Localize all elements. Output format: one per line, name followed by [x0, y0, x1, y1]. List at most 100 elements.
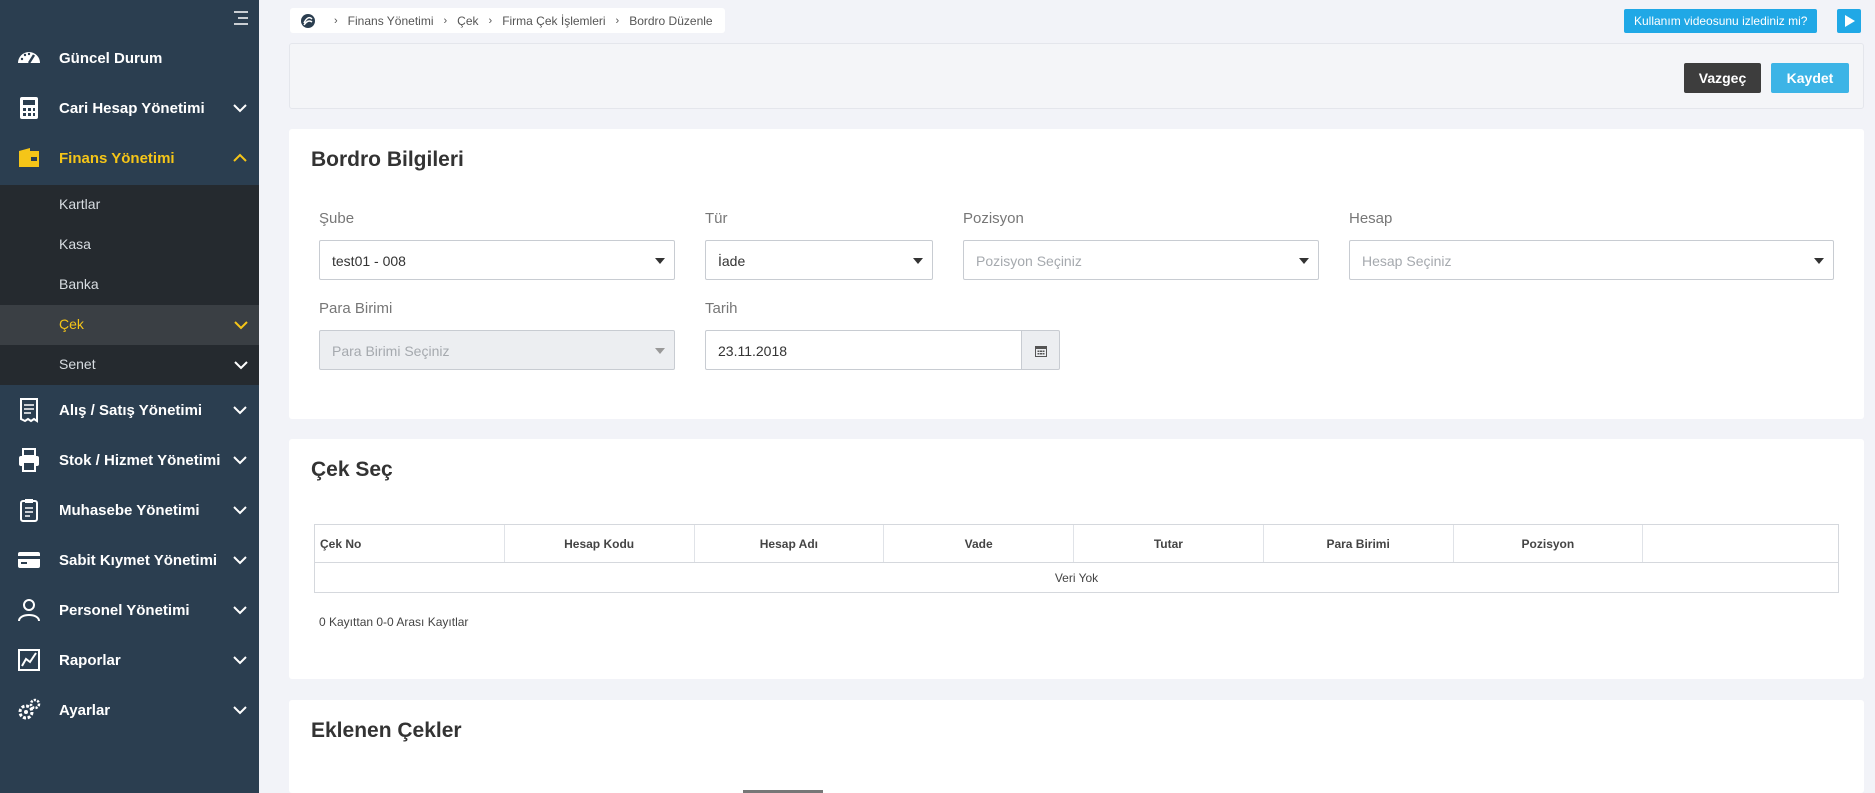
breadcrumb-item[interactable]: Finans Yönetimi [348, 14, 434, 28]
sidebar-subitem-banka[interactable]: Banka [0, 265, 259, 305]
sidebar-subitem-kasa[interactable]: Kasa [0, 225, 259, 265]
sidebar-item-label: Güncel Durum [59, 49, 163, 67]
column-header-hesap-adi[interactable]: Hesap Adı [695, 525, 885, 562]
caret-down-icon [1299, 258, 1309, 264]
breadcrumb-item[interactable]: Firma Çek İşlemleri [502, 14, 605, 28]
cek-sec-title: Çek Seç [311, 458, 393, 481]
calendar-button[interactable] [1022, 330, 1060, 370]
breadcrumb-separator-icon: › [334, 14, 338, 27]
sidebar-subitem-label: Banka [59, 276, 99, 292]
eklenen-cekler-title: Eklenen Çekler [311, 719, 462, 742]
tur-select[interactable]: İade [705, 240, 933, 280]
para-birimi-placeholder: Para Birimi Seçiniz [332, 343, 450, 359]
column-header-hesap-kodu[interactable]: Hesap Kodu [505, 525, 695, 562]
column-header-pozisyon[interactable]: Pozisyon [1454, 525, 1644, 562]
home-logo-icon[interactable] [300, 13, 316, 29]
chevron-down-icon [233, 456, 247, 465]
sidebar-item-raporlar[interactable]: Raporlar [0, 635, 259, 685]
chevron-up-icon [233, 153, 247, 162]
bordro-title: Bordro Bilgileri [311, 148, 464, 171]
chevron-down-icon [233, 556, 247, 565]
sidebar-item-label: Personel Yönetimi [59, 601, 190, 619]
column-header-cek-no[interactable]: Çek No [315, 525, 505, 562]
breadcrumb-item[interactable]: Çek [457, 14, 478, 28]
tur-label: Tür [705, 210, 728, 227]
action-bar [289, 43, 1864, 109]
save-button[interactable]: Kaydet [1771, 63, 1849, 93]
caret-down-icon [655, 258, 665, 264]
caret-down-icon [913, 258, 923, 264]
tur-value: İade [718, 253, 746, 269]
column-header-vade[interactable]: Vade [884, 525, 1074, 562]
eklenen-cekler-card: Eklenen Çekler [289, 700, 1864, 793]
sidebar-item-label: Alış / Satış Yönetimi [59, 401, 203, 419]
sidebar-item-finans[interactable]: Finans Yönetimi [0, 133, 259, 183]
column-header-tutar[interactable]: Tutar [1074, 525, 1264, 562]
sidebar-submenu: Kartlar Kasa Banka Çek Senet [0, 185, 259, 385]
table-header: Çek No Hesap Kodu Hesap Adı Vade Tutar P… [315, 525, 1838, 563]
sidebar-item-label: Ayarlar [59, 701, 111, 719]
sidebar-subitem-senet[interactable]: Senet [0, 345, 259, 385]
credit-card-icon [18, 552, 40, 568]
calendar-icon [1035, 346, 1047, 357]
sube-label: Şube [319, 210, 355, 227]
receipt-icon [20, 398, 38, 423]
column-header-para-birimi[interactable]: Para Birimi [1264, 525, 1454, 562]
sidebar-item-label: Sabit Kıymet Yönetimi [59, 551, 218, 569]
sube-select[interactable]: test01 - 008 [319, 240, 675, 280]
clipboard-icon [20, 499, 38, 522]
table-empty-row: Veri Yok [1054, 570, 1099, 585]
sidebar-item-cari-hesap[interactable]: Cari Hesap Yönetimi [0, 83, 259, 133]
chart-icon [18, 649, 40, 671]
chevron-down-icon [233, 606, 247, 615]
sidebar-item-label: Stok / Hizmet Yönetimi [59, 451, 221, 469]
breadcrumb-separator-icon: › [443, 14, 448, 27]
wallet-icon [19, 148, 39, 167]
breadcrumb-separator-icon: › [488, 14, 493, 27]
calculator-icon [20, 97, 38, 119]
column-header-actions [1643, 525, 1838, 562]
play-icon[interactable] [1837, 9, 1861, 33]
chevron-down-icon [233, 104, 247, 113]
hesap-select[interactable]: Hesap Seçiniz [1349, 240, 1834, 280]
breadcrumb-separator-icon: › [615, 14, 620, 27]
sidebar-subitem-label: Senet [59, 356, 96, 372]
sidebar-item-ayarlar[interactable]: Ayarlar [0, 685, 259, 735]
gears-icon [18, 698, 41, 720]
pozisyon-label: Pozisyon [963, 210, 1024, 227]
sidebar-subitem-label: Kartlar [59, 196, 101, 212]
tarih-label: Tarih [705, 300, 738, 317]
sube-value: test01 - 008 [332, 253, 406, 269]
sidebar-item-label: Finans Yönetimi [59, 149, 175, 167]
menu-toggle-icon[interactable] [230, 8, 250, 28]
chevron-down-icon [233, 406, 247, 415]
sidebar-subitem-kartlar[interactable]: Kartlar [0, 185, 259, 225]
breadcrumb-item-current: Bordro Düzenle [629, 13, 713, 28]
hesap-placeholder: Hesap Seçiniz [1362, 253, 1452, 269]
sidebar-item-muhasebe[interactable]: Muhasebe Yönetimi [0, 485, 259, 535]
cancel-button[interactable]: Vazgeç [1684, 63, 1761, 93]
sidebar-item-alis-satis[interactable]: Alış / Satış Yönetimi [0, 385, 259, 435]
caret-down-icon [655, 348, 665, 354]
caret-down-icon [1814, 258, 1824, 264]
sidebar-subitem-cek[interactable]: Çek [0, 305, 259, 345]
chevron-down-icon [233, 656, 247, 665]
chevron-down-icon [234, 321, 248, 330]
sidebar-item-guncel-durum[interactable]: Güncel Durum [0, 33, 259, 83]
sidebar-item-stok-hizmet[interactable]: Stok / Hizmet Yönetimi [0, 435, 259, 485]
tarih-input[interactable]: 23.11.2018 [705, 330, 1022, 370]
breadcrumb: › Finans Yönetimi › Çek › Firma Çek İşle… [290, 8, 725, 33]
chevron-down-icon [233, 506, 247, 515]
dashboard-gauge-icon [18, 52, 40, 64]
sidebar-item-personel[interactable]: Personel Yönetimi [0, 585, 259, 635]
sidebar-subitem-label: Kasa [59, 236, 91, 252]
table-info: 0 Kayıttan 0-0 Arası Kayıtlar [319, 615, 469, 629]
para-birimi-select: Para Birimi Seçiniz [319, 330, 675, 370]
cek-table: Çek No Hesap Kodu Hesap Adı Vade Tutar P… [314, 524, 1839, 593]
sidebar-subitem-label: Çek [59, 316, 84, 332]
help-video-button[interactable]: Kullanım videosunu izlediniz mi? [1624, 9, 1818, 33]
para-birimi-label: Para Birimi [319, 300, 393, 317]
hesap-label: Hesap [1349, 210, 1393, 227]
sidebar-item-sabit-kiymet[interactable]: Sabit Kıymet Yönetimi [0, 535, 259, 585]
pozisyon-select[interactable]: Pozisyon Seçiniz [963, 240, 1319, 280]
